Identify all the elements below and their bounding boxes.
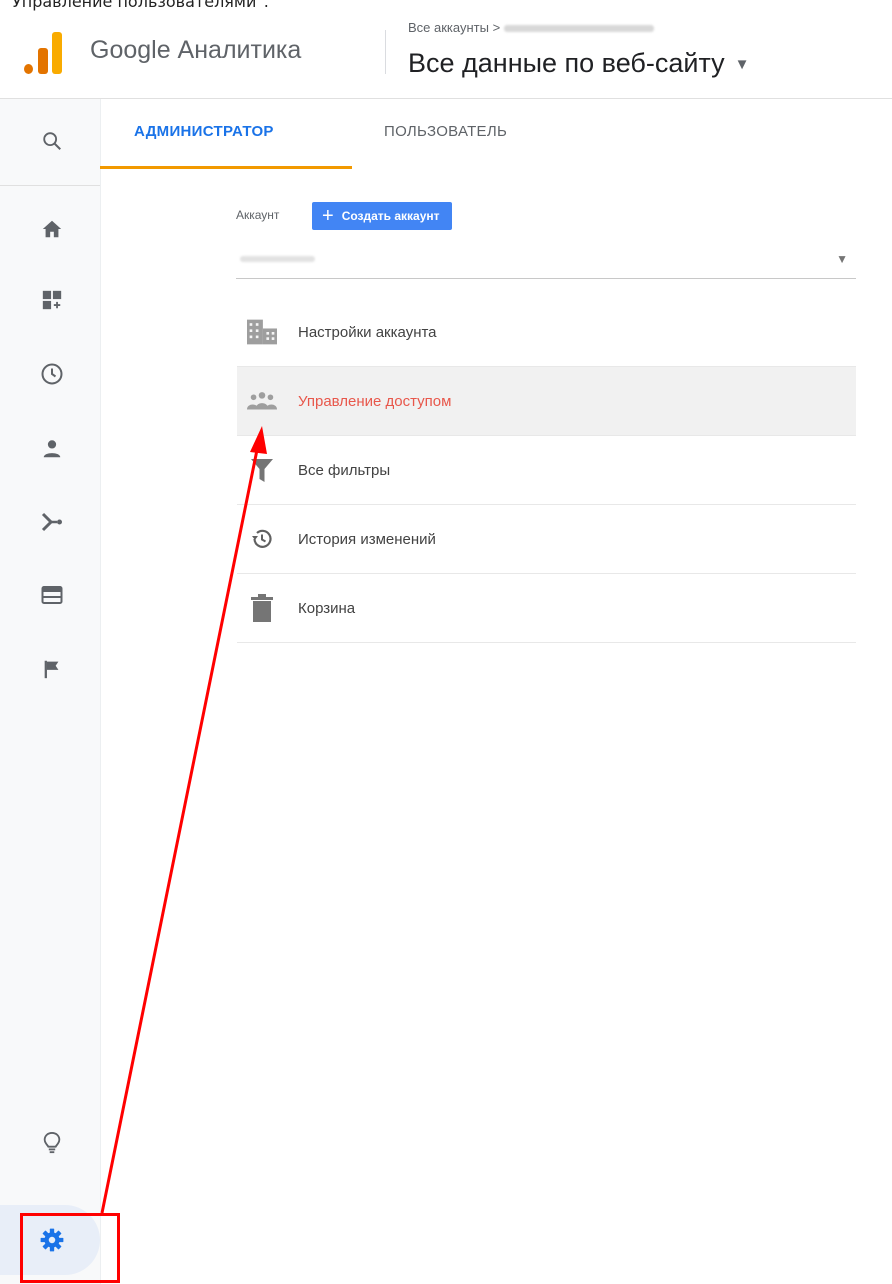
dropdown-caret-icon: ▼ <box>836 252 848 266</box>
behavior-icon[interactable] <box>32 575 72 615</box>
left-navigation <box>0 99 101 1284</box>
account-label: Аккаунт <box>236 208 280 222</box>
audience-icon[interactable] <box>32 429 72 469</box>
discover-icon[interactable] <box>32 1123 72 1163</box>
create-account-button[interactable]: + Создать аккаунт <box>312 202 452 230</box>
building-icon <box>247 317 277 347</box>
redacted-account-name <box>504 25 655 33</box>
acquisition-icon[interactable] <box>32 502 72 542</box>
search-icon[interactable] <box>32 121 72 161</box>
admin-gear-icon[interactable] <box>32 1220 72 1260</box>
menu-item-trash[interactable]: Корзина <box>237 574 856 643</box>
menu-item-label: Управление доступом <box>298 392 452 410</box>
customization-icon[interactable] <box>32 280 72 320</box>
people-icon <box>247 386 277 416</box>
menu-item-change-history[interactable]: История изменений <box>237 505 856 574</box>
menu-item-label: Настройки аккаунта <box>298 323 437 341</box>
admin-tabs: АДМИНИСТРАТОР ПОЛЬЗОВАТЕЛЬ <box>100 99 892 169</box>
dropdown-caret-icon: ▼ <box>734 56 750 74</box>
menu-item-access-management[interactable]: Управление доступом <box>237 367 856 436</box>
view-name: Все данные по веб-сайту <box>408 48 725 78</box>
product-name: Google Аналитика <box>90 36 302 64</box>
conversions-icon[interactable] <box>32 649 72 689</box>
filter-icon <box>247 455 277 485</box>
top-caption: Управление пользователями". <box>12 0 269 11</box>
menu-item-label: Корзина <box>298 599 356 617</box>
tab-user[interactable]: ПОЛЬЗОВАТЕЛЬ <box>384 123 507 140</box>
menu-item-label: Все фильтры <box>298 461 391 479</box>
menu-item-label: История изменений <box>298 530 436 548</box>
menu-item-account-settings[interactable]: Настройки аккаунта <box>237 298 856 367</box>
home-icon[interactable] <box>32 209 72 249</box>
realtime-icon[interactable] <box>32 354 72 394</box>
account-menu: Настройки аккаунта Управление доступом В… <box>237 298 856 643</box>
history-icon <box>247 524 277 554</box>
menu-item-all-filters[interactable]: Все фильтры <box>237 436 856 505</box>
redacted-account-value <box>240 256 315 262</box>
account-selector[interactable]: ▼ <box>236 242 856 279</box>
view-selector[interactable]: Все данные по веб-сайту ▼ <box>408 48 750 79</box>
plus-icon: + <box>322 205 334 227</box>
breadcrumb[interactable]: Все аккаунты > <box>408 20 655 35</box>
header-divider <box>385 30 386 74</box>
create-account-label: Создать аккаунт <box>341 209 440 223</box>
google-analytics-logo-icon[interactable] <box>24 30 64 74</box>
trash-icon <box>247 593 277 623</box>
tab-admin[interactable]: АДМИНИСТРАТОР <box>134 123 274 140</box>
header: Google Аналитика Все аккаунты > Все данн… <box>0 0 892 99</box>
active-tab-underline <box>100 166 352 169</box>
nav-separator <box>0 185 100 186</box>
